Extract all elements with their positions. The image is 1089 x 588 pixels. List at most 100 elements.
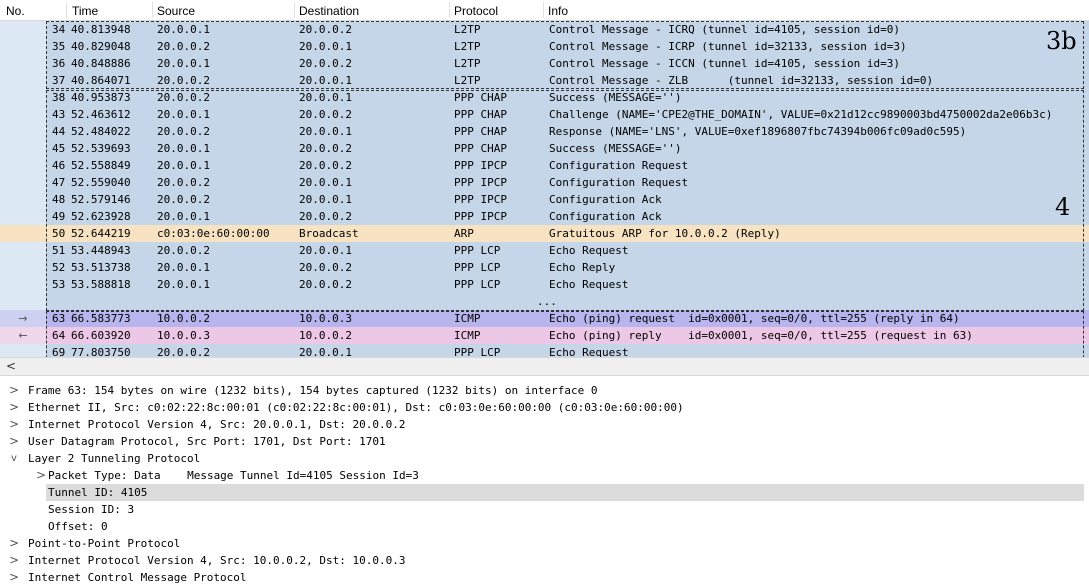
collapsed-chevron-icon[interactable]: >: [8, 399, 20, 416]
packet-source-cell: 20.0.0.2: [157, 74, 210, 87]
row-gutter: [0, 72, 46, 89]
annotation-4: 4: [1055, 193, 1071, 221]
packet-protocol-cell: PPP IPCP: [454, 176, 507, 189]
packet-destination-cell: 20.0.0.2: [299, 108, 352, 121]
packet-time-cell: 52.644219: [71, 227, 131, 240]
packet-source-cell: 20.0.0.1: [157, 57, 210, 70]
column-header-time[interactable]: Time: [72, 4, 98, 18]
packet-protocol-cell: ICMP: [454, 312, 481, 325]
packet-row[interactable]: 35 40.829048 20.0.0.2 20.0.0.1 L2TP Control M…: [0, 38, 1089, 55]
detail-tree-item[interactable]: Session ID: 3: [0, 501, 1089, 518]
packet-source-cell: 20.0.0.1: [157, 142, 210, 155]
packet-row[interactable]: ← 64 66.603920 10.0.0.3 10.0.0.2 ICMP Echo (pi…: [0, 327, 1089, 344]
packet-row[interactable]: 46 52.558849 20.0.0.1 20.0.0.2 PPP IPCP Confi…: [0, 157, 1089, 174]
packet-row[interactable]: 53 53.588818 20.0.0.1 20.0.0.2 PPP LCP Echo R…: [0, 276, 1089, 293]
collapsed-chevron-icon[interactable]: >: [8, 433, 20, 450]
packet-info-cell: Echo (ping) request id=0x0001, seq=0/0, …: [549, 312, 960, 325]
detail-tree-item[interactable]: > Frame 63: 154 bytes on wire (1232 bits)…: [0, 382, 1089, 399]
detail-tree-label: Point-to-Point Protocol: [28, 537, 181, 550]
detail-tree-item[interactable]: > Ethernet II, Src: c0:02:22:8c:00:01 (c0…: [0, 399, 1089, 416]
packet-row[interactable]: 47 52.559040 20.0.0.2 20.0.0.1 PPP IPCP Confi…: [0, 174, 1089, 191]
detail-tree-item[interactable]: > Packet Type: Data Message Tunnel Id=410…: [0, 467, 1089, 484]
packet-source-cell: 20.0.0.1: [157, 23, 210, 36]
packet-protocol-cell: PPP IPCP: [454, 210, 507, 223]
packet-protocol-cell: PPP IPCP: [454, 159, 507, 172]
packet-info-cell: Challenge (NAME='CPE2@THE_DOMAIN', VALUE…: [549, 108, 1053, 121]
column-separator[interactable]: [543, 2, 544, 18]
packet-info-cell: Gratuitous ARP for 10.0.0.2 (Reply): [549, 227, 781, 240]
packet-no-cell: 46: [52, 159, 66, 172]
packet-row[interactable]: 48 52.579146 20.0.0.2 20.0.0.1 PPP IPCP Confi…: [0, 191, 1089, 208]
column-header-no[interactable]: No.: [6, 4, 25, 18]
collapsed-chevron-icon[interactable]: >: [8, 552, 20, 569]
packet-row[interactable]: 34 40.813948 20.0.0.1 20.0.0.2 L2TP Control M…: [0, 21, 1089, 38]
packet-source-cell: 20.0.0.1: [157, 159, 210, 172]
column-header-protocol[interactable]: Protocol: [454, 4, 498, 18]
packet-source-cell: 20.0.0.2: [157, 193, 210, 206]
detail-tree-item[interactable]: > Internet Control Message Protocol: [0, 569, 1089, 586]
packet-time-cell: 53.588818: [71, 278, 131, 291]
detail-tree-item[interactable]: Offset: 0: [0, 518, 1089, 535]
detail-tree-item[interactable]: > Internet Protocol Version 4, Src: 10.0.…: [0, 552, 1089, 569]
packet-no-cell: 37: [52, 74, 66, 87]
packet-row[interactable]: 43 52.463612 20.0.0.1 20.0.0.2 PPP CHAP Chall…: [0, 106, 1089, 123]
packet-row[interactable]: 37 40.864071 20.0.0.2 20.0.0.1 L2TP Control M…: [0, 72, 1089, 89]
packet-no-cell: 44: [52, 125, 66, 138]
column-separator[interactable]: [294, 2, 295, 18]
packet-destination-cell: 20.0.0.1: [299, 244, 352, 257]
detail-tree-item[interactable]: > Internet Protocol Version 4, Src: 20.0.…: [0, 416, 1089, 433]
row-gutter: [0, 242, 46, 259]
packet-row[interactable]: 51 53.448943 20.0.0.2 20.0.0.1 PPP LCP Echo R…: [0, 242, 1089, 259]
packet-details-pane[interactable]: > Frame 63: 154 bytes on wire (1232 bits)…: [0, 382, 1089, 588]
packet-destination-cell: 20.0.0.2: [299, 210, 352, 223]
collapsed-chevron-icon[interactable]: >: [35, 467, 47, 484]
packet-time-cell: 66.583773: [71, 312, 131, 325]
column-separator[interactable]: [449, 2, 450, 18]
packet-protocol-cell: PPP IPCP: [454, 193, 507, 206]
packet-destination-cell: 20.0.0.1: [299, 91, 352, 104]
collapsed-chevron-icon[interactable]: >: [8, 569, 20, 586]
expanded-chevron-icon[interactable]: v: [8, 450, 20, 467]
packet-destination-cell: 10.0.0.3: [299, 312, 352, 325]
packet-time-cell: 66.603920: [71, 329, 131, 342]
packet-info-cell: Echo Request: [549, 346, 629, 357]
column-header-source[interactable]: Source: [157, 4, 195, 18]
column-header-destination[interactable]: Destination: [299, 4, 359, 18]
column-separator[interactable]: [152, 2, 153, 18]
collapsed-chevron-icon[interactable]: >: [8, 535, 20, 552]
packet-row[interactable]: 36 40.848886 20.0.0.1 20.0.0.2 L2TP Control M…: [0, 55, 1089, 72]
detail-tree-item[interactable]: Tunnel ID: 4105: [46, 484, 1084, 501]
packet-list[interactable]: 34 40.813948 20.0.0.1 20.0.0.2 L2TP Control M…: [0, 21, 1089, 357]
packet-destination-cell: 20.0.0.1: [299, 125, 352, 138]
packet-row[interactable]: 44 52.484022 20.0.0.2 20.0.0.1 PPP CHAP Respo…: [0, 123, 1089, 140]
packet-destination-cell: 10.0.0.2: [299, 329, 352, 342]
detail-tree-label: User Datagram Protocol, Src Port: 1701, …: [28, 435, 386, 448]
scroll-left-icon[interactable]: <: [6, 359, 16, 373]
packet-row[interactable]: 45 52.539693 20.0.0.1 20.0.0.2 PPP CHAP Succe…: [0, 140, 1089, 157]
horizontal-scrollbar[interactable]: <: [0, 357, 1089, 376]
column-header-info[interactable]: Info: [548, 4, 568, 18]
packet-source-cell: c0:03:0e:60:00:00: [157, 227, 270, 240]
packet-row[interactable]: 50 52.644219 c0:03:0e:60:00:00 Broadcast ARP…: [0, 225, 1089, 242]
packet-row[interactable]: 38 40.953873 20.0.0.2 20.0.0.1 PPP CHAP Succe…: [0, 89, 1089, 106]
detail-tree-item[interactable]: v Layer 2 Tunneling Protocol: [0, 450, 1089, 467]
packet-row[interactable]: 49 52.623928 20.0.0.1 20.0.0.2 PPP IPCP Confi…: [0, 208, 1089, 225]
detail-tree-item[interactable]: > User Datagram Protocol, Src Port: 1701,…: [0, 433, 1089, 450]
packet-source-cell: 20.0.0.1: [157, 210, 210, 223]
packet-row[interactable]: 69 77.803750 20.0.0.2 20.0.0.1 PPP LCP Echo R…: [0, 344, 1089, 357]
column-separator[interactable]: [66, 2, 67, 18]
collapsed-chevron-icon[interactable]: >: [8, 416, 20, 433]
packet-time-cell: 40.813948: [71, 23, 131, 36]
detail-tree-label: Ethernet II, Src: c0:02:22:8c:00:01 (c0:…: [28, 401, 684, 414]
row-gutter: [0, 344, 46, 357]
packet-row[interactable]: 52 53.513738 20.0.0.1 20.0.0.2 PPP LCP Echo R…: [0, 259, 1089, 276]
packet-time-cell: 53.448943: [71, 244, 131, 257]
packet-source-cell: 20.0.0.1: [157, 261, 210, 274]
packet-source-cell: 20.0.0.1: [157, 278, 210, 291]
packet-no-cell: 64: [52, 329, 66, 342]
packet-row[interactable]: → 63 66.583773 10.0.0.2 10.0.0.3 ICMP Echo (pi…: [0, 310, 1089, 327]
detail-tree-item[interactable]: > Point-to-Point Protocol: [0, 535, 1089, 552]
packet-time-cell: 52.559040: [71, 176, 131, 189]
collapsed-chevron-icon[interactable]: >: [8, 382, 20, 399]
packet-protocol-cell: PPP LCP: [454, 278, 501, 291]
